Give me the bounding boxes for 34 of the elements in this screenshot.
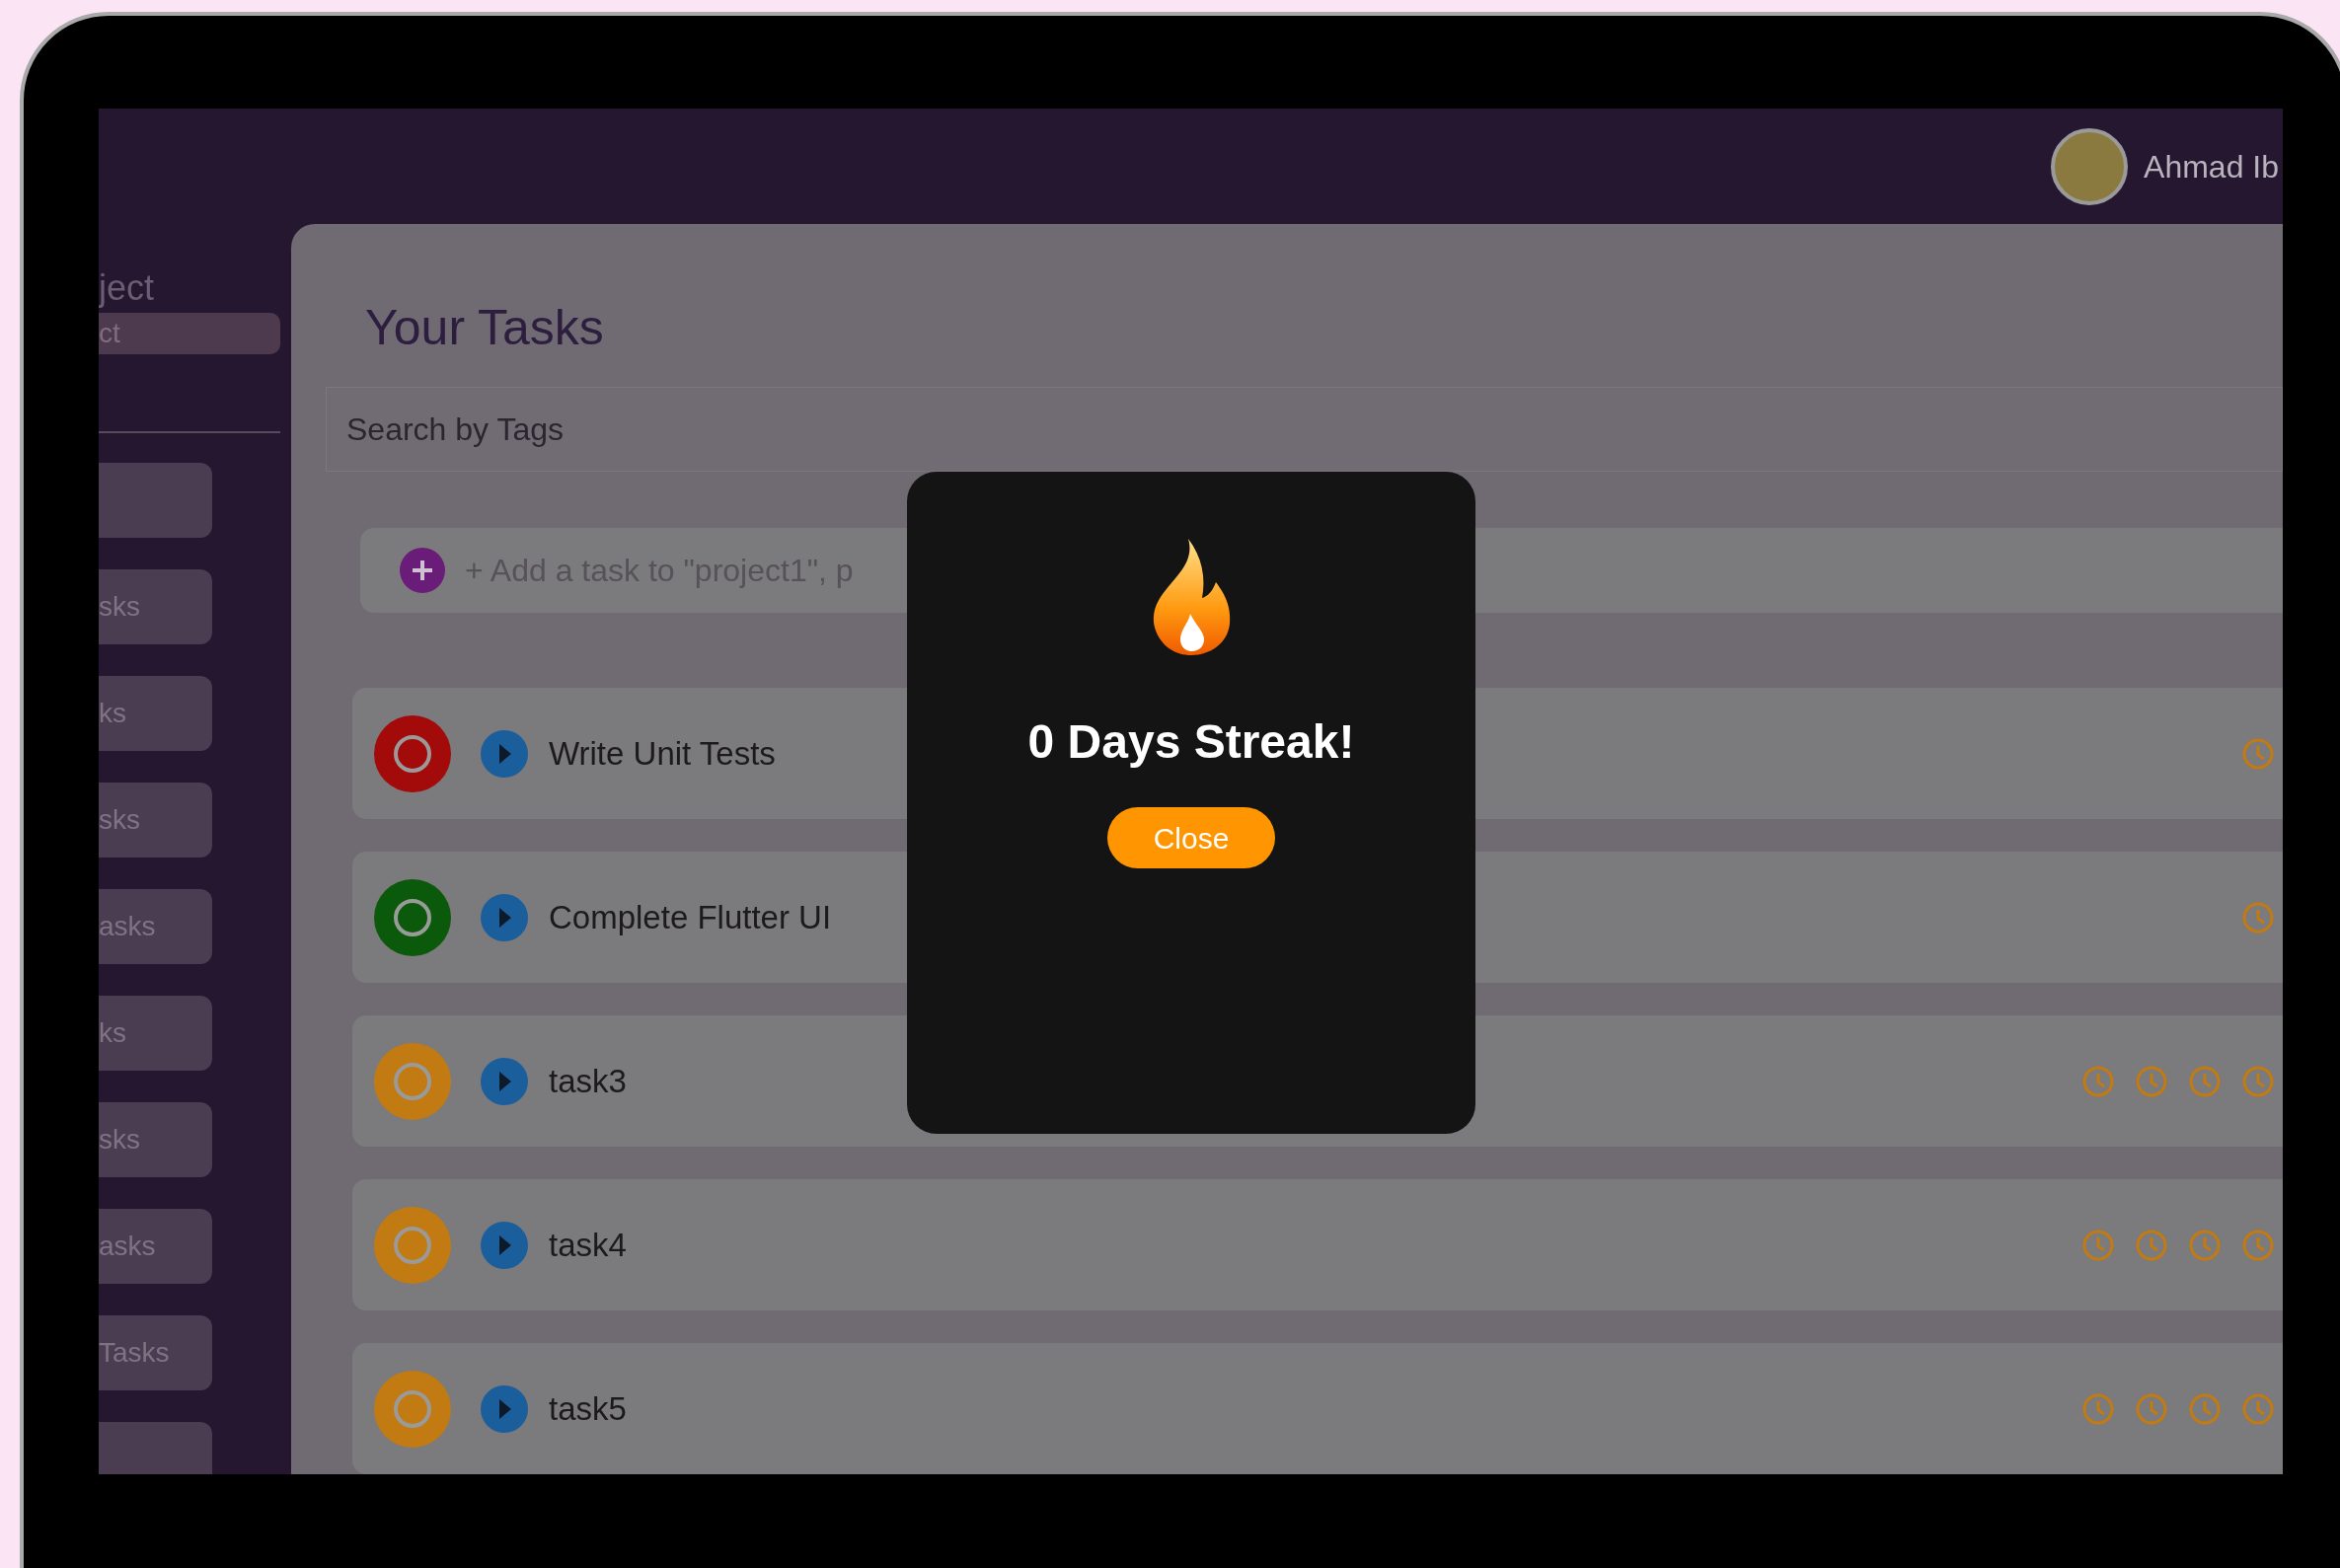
search-field[interactable]: Search by Tags (326, 387, 2283, 473)
add-icon[interactable] (400, 548, 445, 594)
task-row[interactable]: task5 (352, 1343, 2283, 1474)
clock-icon[interactable] (2188, 1228, 2222, 1262)
flame-icon (1151, 539, 1232, 655)
clock-icon[interactable] (2241, 736, 2275, 771)
clock-icon[interactable] (2241, 900, 2275, 934)
clock-icon[interactable] (2241, 1064, 2275, 1098)
page-heading: Your Tasks (365, 299, 605, 357)
streak-message: 0 Days Streak! (1027, 714, 1355, 770)
task-row[interactable]: task4 (352, 1179, 2283, 1310)
clock-icon[interactable] (2241, 1228, 2275, 1262)
clock-icon[interactable] (2081, 1064, 2115, 1098)
task-title: Write Unit Tests (549, 733, 776, 774)
task-title: Complete Flutter UI (549, 897, 832, 937)
clock-icon[interactable] (2188, 1064, 2222, 1098)
clock-icon[interactable] (2081, 1228, 2115, 1262)
clock-icon[interactable] (2135, 1391, 2168, 1426)
task-title: task4 (549, 1225, 627, 1265)
play-icon[interactable] (481, 1221, 528, 1269)
play-icon[interactable] (481, 1384, 528, 1433)
clock-icon[interactable] (2188, 1391, 2222, 1426)
play-icon[interactable] (481, 893, 528, 941)
clock-icon[interactable] (2135, 1228, 2168, 1262)
clock-icon[interactable] (2135, 1064, 2168, 1098)
task-title: task3 (549, 1061, 627, 1101)
play-icon[interactable] (481, 1057, 528, 1105)
clock-icon[interactable] (2081, 1391, 2115, 1426)
task-title: task5 (549, 1388, 627, 1429)
play-icon[interactable] (481, 729, 528, 778)
clock-icon[interactable] (2241, 1391, 2275, 1426)
sidebar-item[interactable] (99, 463, 212, 538)
user-name[interactable]: Ahmad Ib (2144, 142, 2279, 190)
close-button[interactable]: Close (1107, 807, 1275, 868)
